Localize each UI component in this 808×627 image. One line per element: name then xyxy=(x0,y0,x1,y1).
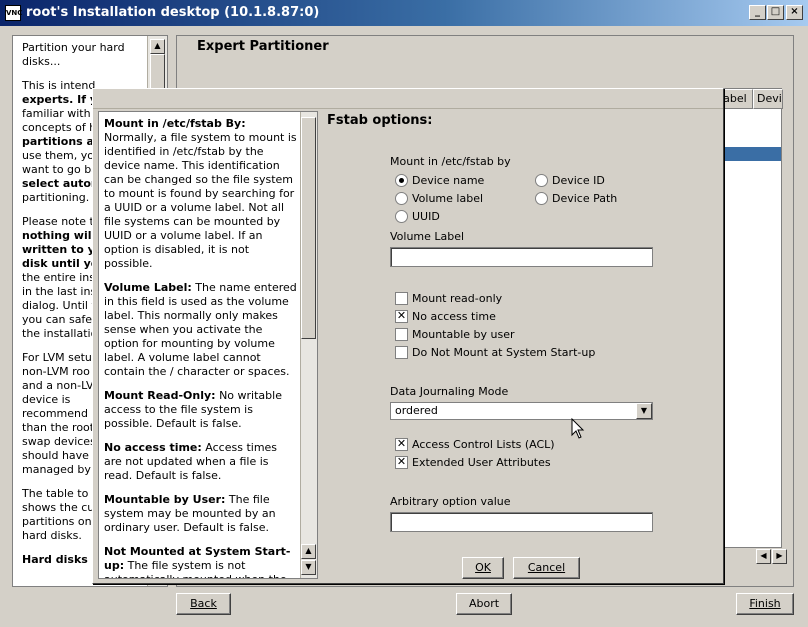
mouse-pointer-icon xyxy=(571,418,585,439)
page-title: Expert Partitioner xyxy=(197,39,329,54)
ok-button[interactable]: OK xyxy=(462,557,504,579)
radio-uuid-label[interactable]: UUID xyxy=(412,210,440,223)
radio-device-id[interactable] xyxy=(535,174,548,187)
checkbox-noatime[interactable]: ✕ xyxy=(395,310,408,323)
arbitrary-option-label: Arbitrary option value xyxy=(390,495,511,508)
form-title: Fstab options: xyxy=(327,113,433,128)
radio-device-path[interactable] xyxy=(535,192,548,205)
window-titlebar: VNC root's Installation desktop (10.1.8.… xyxy=(0,0,808,26)
fstab-help-pane: Mount in /etc/fstab By: Normally, a file… xyxy=(98,111,318,579)
arbitrary-option-input[interactable] xyxy=(390,512,653,532)
scroll-thumb[interactable] xyxy=(301,117,316,339)
fstab-form: Fstab options: Mount in /etc/fstab by De… xyxy=(323,111,721,579)
radio-device-id-label[interactable]: Device ID xyxy=(552,174,605,187)
volume-label-input[interactable] xyxy=(390,247,653,267)
checkbox-acl[interactable]: ✕ xyxy=(395,438,408,451)
maximize-button[interactable]: □ xyxy=(767,5,784,20)
minimize-button[interactable]: _ xyxy=(749,5,766,20)
table-hscrollbar[interactable]: ◀ ▶ xyxy=(756,549,788,565)
checkbox-mountable-by-user[interactable] xyxy=(395,328,408,341)
window-title: root's Installation desktop (10.1.8.87:0… xyxy=(26,5,320,20)
cancel-button[interactable]: Cancel xyxy=(513,557,580,579)
checkbox-mountable-by-user-label[interactable]: Mountable by user xyxy=(412,328,515,341)
volume-label-field-label: Volume Label xyxy=(390,230,465,243)
fstab-help-text: Mount in /etc/fstab By: Normally, a file… xyxy=(104,117,297,578)
column-header-device[interactable]: Devi xyxy=(753,89,783,109)
radio-device-name-label[interactable]: Device name xyxy=(412,174,484,187)
fstab-help-scrollbar[interactable]: ▲ ▼ xyxy=(300,112,317,578)
checkbox-xattr[interactable]: ✕ xyxy=(395,456,408,469)
dialog-top-bar xyxy=(93,89,723,109)
checkbox-noauto-label[interactable]: Do Not Mount at System Start-up xyxy=(412,346,595,359)
journaling-mode-value: ordered xyxy=(395,404,438,417)
radio-volume-label-label[interactable]: Volume label xyxy=(412,192,483,205)
chevron-down-icon[interactable]: ▼ xyxy=(636,403,652,419)
fstab-options-dialog: Mount in /etc/fstab By: Normally, a file… xyxy=(92,88,724,584)
scroll-up-icon[interactable]: ▲ xyxy=(150,39,165,54)
checkbox-noatime-label[interactable]: No access time xyxy=(412,310,496,323)
scroll-down-icon[interactable]: ▼ xyxy=(301,560,316,575)
journaling-mode-label: Data Journaling Mode xyxy=(390,385,509,398)
abort-button[interactable]: Abort xyxy=(456,593,512,615)
radio-volume-label[interactable] xyxy=(395,192,408,205)
checkbox-read-only-label[interactable]: Mount read-only xyxy=(412,292,502,305)
journaling-mode-select[interactable]: ordered ▼ xyxy=(390,402,653,420)
checkbox-xattr-label[interactable]: Extended User Attributes xyxy=(412,456,551,469)
scroll-thumb[interactable] xyxy=(150,54,165,89)
checkbox-read-only[interactable] xyxy=(395,292,408,305)
close-button[interactable]: × xyxy=(786,5,803,20)
back-button[interactable]: Back xyxy=(176,593,231,615)
radio-device-name[interactable] xyxy=(395,174,408,187)
scroll-up-icon[interactable]: ▲ xyxy=(301,544,316,559)
vnc-app-icon: VNC xyxy=(5,5,22,21)
finish-button[interactable]: Finish xyxy=(736,593,794,615)
radio-uuid[interactable] xyxy=(395,210,408,223)
checkbox-noauto[interactable] xyxy=(395,346,408,359)
scroll-right-icon[interactable]: ▶ xyxy=(772,549,787,564)
checkbox-acl-label[interactable]: Access Control Lists (ACL) xyxy=(412,438,555,451)
scroll-left-icon[interactable]: ◀ xyxy=(756,549,771,564)
radio-device-path-label[interactable]: Device Path xyxy=(552,192,617,205)
mount-by-label: Mount in /etc/fstab by xyxy=(390,155,511,168)
